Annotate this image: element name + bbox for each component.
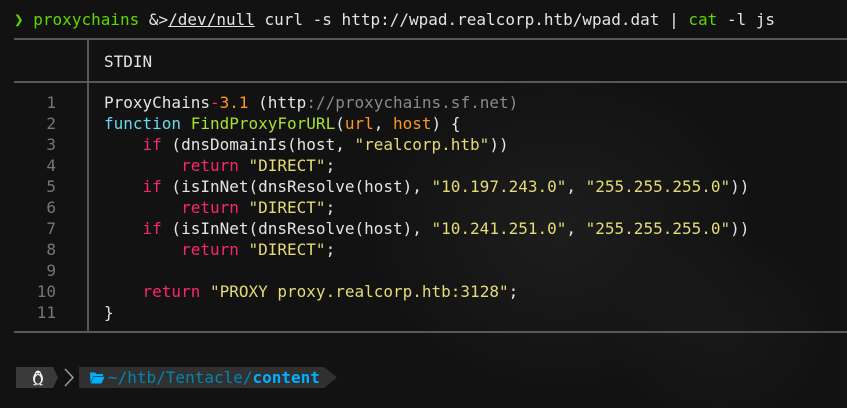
code-token: 3.1	[219, 93, 249, 112]
line-number: 3	[46, 135, 56, 154]
line-number: 1	[46, 93, 56, 112]
command-redirect: &>	[139, 10, 169, 29]
line-number: 7	[46, 219, 56, 238]
code-keyword: if	[142, 177, 162, 196]
line-number: 5	[46, 177, 56, 196]
bat-top-border	[14, 38, 847, 40]
path-current: content	[252, 368, 320, 387]
code-token: ;	[325, 156, 336, 175]
code-line-1: ProxyChains-3.1 (http://proxychains.sf.n…	[104, 92, 749, 113]
command-devnull-path: /dev/null	[168, 10, 255, 29]
bat-bottom-border	[14, 331, 847, 333]
code-keyword: if	[142, 219, 162, 238]
code-line-6: return "DIRECT";	[104, 197, 749, 218]
terminal-window[interactable]: ❯ proxychains &>/dev/null curl -s http:/…	[0, 0, 847, 408]
prompt-chevron-icon: ❯	[14, 10, 24, 29]
line-number: 8	[46, 240, 56, 259]
line-number: 2	[46, 114, 56, 133]
line-number: 11	[36, 303, 56, 322]
path-parent: ~/htb/Tentacle/	[108, 368, 253, 387]
code-line-2: function FindProxyForURL(url, host) {	[104, 113, 749, 134]
code-string: "10.197.243.0"	[431, 177, 567, 196]
code-param: host	[393, 114, 432, 133]
command-cat-args: -l js	[717, 10, 776, 29]
line-number-gutter: 1 2 3 4 5 6 7 8 9 10 11	[14, 92, 56, 323]
code-string: "DIRECT"	[248, 198, 326, 217]
code-comment: ://proxychains.sf.net)	[306, 93, 519, 112]
code-token: ))	[730, 177, 750, 196]
code-string: "10.241.251.0"	[431, 219, 567, 238]
command-line: ❯ proxychains &>/dev/null curl -s http:/…	[14, 8, 775, 32]
command-proxychains: proxychains	[33, 10, 140, 29]
code-string: "255.255.255.0"	[585, 219, 731, 238]
code-keyword: return	[181, 240, 239, 259]
code-block: ProxyChains-3.1 (http://proxychains.sf.n…	[104, 92, 749, 323]
code-token: ,	[566, 177, 586, 196]
line-number: 10	[36, 282, 56, 301]
code-token: ;	[325, 240, 336, 259]
code-string: "DIRECT"	[248, 240, 326, 259]
command-cat: cat	[688, 10, 718, 29]
code-token: ))	[730, 219, 750, 238]
code-token: ;	[325, 198, 336, 217]
code-token: (http	[248, 93, 307, 112]
code-keyword: function	[104, 114, 182, 133]
bat-file-label: STDIN	[104, 52, 153, 71]
code-function-name: FindProxyForURL	[190, 114, 336, 133]
code-string: "255.255.255.0"	[585, 177, 731, 196]
code-line-4: return "DIRECT";	[104, 155, 749, 176]
code-string: "DIRECT"	[248, 156, 326, 175]
code-string: "realcorp.htb"	[354, 135, 490, 154]
code-token: }	[104, 303, 114, 322]
code-line-10: return "PROXY proxy.realcorp.htb:3128";	[104, 281, 749, 302]
code-token: (isInNet(dnsResolve(host),	[161, 177, 432, 196]
code-token: ,	[373, 114, 394, 133]
bat-header-border	[14, 81, 847, 83]
command-curl: curl -s http://wpad.realcorp.htb/wpad.da…	[254, 10, 689, 29]
prompt-separator-chevron-icon	[64, 368, 75, 387]
linux-tux-icon	[32, 370, 44, 386]
code-token: (	[335, 114, 345, 133]
code-token: ProxyChains	[104, 93, 210, 112]
code-keyword: return	[181, 198, 239, 217]
code-line-5: if (isInNet(dnsResolve(host), "10.197.24…	[104, 176, 750, 197]
current-directory: ~/htb/Tentacle/content	[108, 367, 320, 388]
code-token: -	[209, 93, 220, 112]
code-line-3: if (dnsDomainIs(host, "realcorp.htb"))	[104, 134, 749, 155]
code-token: (isInNet(dnsResolve(host),	[161, 219, 432, 238]
code-token: (dnsDomainIs(host,	[161, 135, 355, 154]
code-token: ) {	[431, 114, 461, 133]
prompt-path-segment: ~/htb/Tentacle/content	[79, 367, 337, 388]
code-string: "PROXY proxy.realcorp.htb:3128"	[209, 282, 509, 301]
folder-open-icon	[90, 372, 105, 384]
code-line-11: }	[104, 302, 749, 323]
line-number: 9	[46, 261, 56, 280]
code-keyword: if	[142, 135, 162, 154]
code-line-7: if (isInNet(dnsResolve(host), "10.241.25…	[104, 218, 750, 239]
line-number: 4	[46, 156, 56, 175]
code-line-8: return "DIRECT";	[104, 239, 749, 260]
code-keyword: return	[142, 282, 201, 301]
code-keyword: return	[181, 156, 239, 175]
bat-gutter-separator	[87, 40, 89, 331]
code-token: ;	[508, 282, 519, 301]
line-number: 6	[46, 198, 56, 217]
code-token: ))	[489, 135, 509, 154]
code-param: url	[344, 114, 374, 133]
prompt-os-segment	[16, 367, 58, 388]
code-token: ,	[566, 219, 586, 238]
